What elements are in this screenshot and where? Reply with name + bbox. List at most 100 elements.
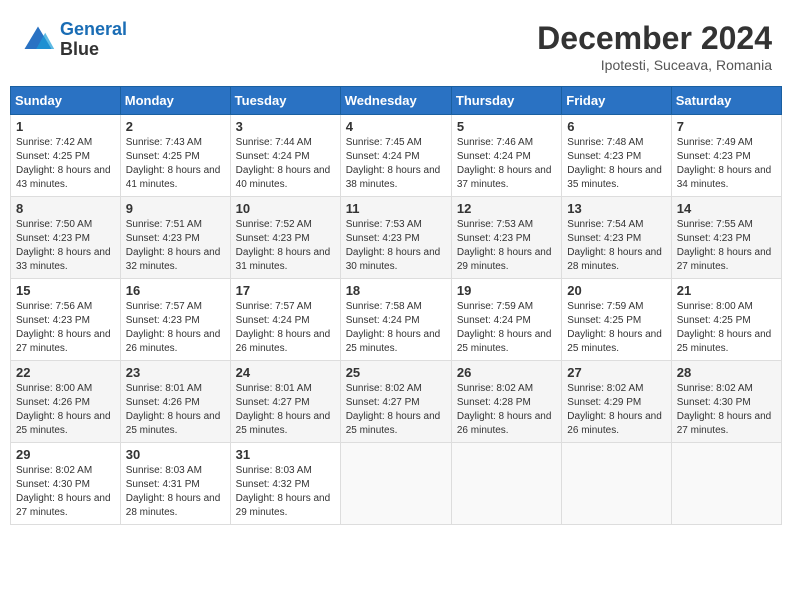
sunrise-label: Sunrise: 7:58 AM	[346, 301, 422, 312]
sunset-label: Sunset: 4:29 PM	[567, 397, 641, 408]
day-info: Sunrise: 7:54 AM Sunset: 4:23 PM Dayligh…	[567, 218, 665, 274]
day-info: Sunrise: 8:02 AM Sunset: 4:30 PM Dayligh…	[677, 382, 776, 438]
sunset-label: Sunset: 4:24 PM	[346, 315, 420, 326]
calendar-cell: 6 Sunrise: 7:48 AM Sunset: 4:23 PM Dayli…	[562, 115, 671, 197]
calendar-cell: 30 Sunrise: 8:03 AM Sunset: 4:31 PM Dayl…	[120, 443, 230, 525]
sunrise-label: Sunrise: 7:59 AM	[567, 301, 643, 312]
sunrise-label: Sunrise: 7:57 AM	[236, 301, 312, 312]
sunset-label: Sunset: 4:23 PM	[16, 315, 90, 326]
sunset-label: Sunset: 4:24 PM	[236, 315, 310, 326]
calendar-cell: 28 Sunrise: 8:02 AM Sunset: 4:30 PM Dayl…	[671, 361, 781, 443]
day-info: Sunrise: 7:50 AM Sunset: 4:23 PM Dayligh…	[16, 218, 115, 274]
logo: General Blue	[20, 20, 127, 60]
day-info: Sunrise: 8:03 AM Sunset: 4:31 PM Dayligh…	[126, 464, 225, 520]
header: General Blue December 2024 Ipotesti, Suc…	[10, 10, 782, 78]
calendar-cell: 3 Sunrise: 7:44 AM Sunset: 4:24 PM Dayli…	[230, 115, 340, 197]
day-info: Sunrise: 7:43 AM Sunset: 4:25 PM Dayligh…	[126, 136, 225, 192]
daylight-label: Daylight: 8 hours and 31 minutes.	[236, 247, 331, 272]
calendar-cell: 24 Sunrise: 8:01 AM Sunset: 4:27 PM Dayl…	[230, 361, 340, 443]
day-number: 1	[16, 119, 115, 134]
sunrise-label: Sunrise: 7:55 AM	[677, 219, 753, 230]
day-number: 11	[346, 201, 446, 216]
day-number: 25	[346, 365, 446, 380]
sunrise-label: Sunrise: 8:02 AM	[567, 383, 643, 394]
day-info: Sunrise: 7:51 AM Sunset: 4:23 PM Dayligh…	[126, 218, 225, 274]
day-number: 13	[567, 201, 665, 216]
weekday-header-cell: Wednesday	[340, 87, 451, 115]
calendar-week-row: 22 Sunrise: 8:00 AM Sunset: 4:26 PM Dayl…	[11, 361, 782, 443]
day-info: Sunrise: 7:44 AM Sunset: 4:24 PM Dayligh…	[236, 136, 335, 192]
day-number: 26	[457, 365, 556, 380]
daylight-label: Daylight: 8 hours and 30 minutes.	[346, 247, 441, 272]
sunrise-label: Sunrise: 7:50 AM	[16, 219, 92, 230]
day-number: 15	[16, 283, 115, 298]
day-number: 17	[236, 283, 335, 298]
calendar-cell: 10 Sunrise: 7:52 AM Sunset: 4:23 PM Dayl…	[230, 197, 340, 279]
sunrise-label: Sunrise: 7:56 AM	[16, 301, 92, 312]
weekday-header-cell: Thursday	[451, 87, 561, 115]
day-number: 8	[16, 201, 115, 216]
sunrise-label: Sunrise: 7:42 AM	[16, 137, 92, 148]
calendar-cell: 22 Sunrise: 8:00 AM Sunset: 4:26 PM Dayl…	[11, 361, 121, 443]
sunrise-label: Sunrise: 7:53 AM	[346, 219, 422, 230]
sunset-label: Sunset: 4:23 PM	[677, 233, 751, 244]
calendar-cell: 12 Sunrise: 7:53 AM Sunset: 4:23 PM Dayl…	[451, 197, 561, 279]
weekday-header-cell: Monday	[120, 87, 230, 115]
daylight-label: Daylight: 8 hours and 25 minutes.	[346, 329, 441, 354]
day-info: Sunrise: 7:59 AM Sunset: 4:25 PM Dayligh…	[567, 300, 665, 356]
sunrise-label: Sunrise: 8:00 AM	[16, 383, 92, 394]
day-info: Sunrise: 7:53 AM Sunset: 4:23 PM Dayligh…	[457, 218, 556, 274]
month-title: December 2024	[537, 20, 772, 57]
day-number: 29	[16, 447, 115, 462]
sunrise-label: Sunrise: 7:59 AM	[457, 301, 533, 312]
day-number: 19	[457, 283, 556, 298]
day-number: 7	[677, 119, 776, 134]
sunrise-label: Sunrise: 7:57 AM	[126, 301, 202, 312]
daylight-label: Daylight: 8 hours and 29 minutes.	[457, 247, 552, 272]
calendar-week-row: 15 Sunrise: 7:56 AM Sunset: 4:23 PM Dayl…	[11, 279, 782, 361]
calendar-cell: 19 Sunrise: 7:59 AM Sunset: 4:24 PM Dayl…	[451, 279, 561, 361]
weekday-header-row: SundayMondayTuesdayWednesdayThursdayFrid…	[11, 87, 782, 115]
sunrise-label: Sunrise: 7:43 AM	[126, 137, 202, 148]
daylight-label: Daylight: 8 hours and 26 minutes.	[457, 411, 552, 436]
sunset-label: Sunset: 4:27 PM	[236, 397, 310, 408]
day-number: 31	[236, 447, 335, 462]
sunrise-label: Sunrise: 8:02 AM	[346, 383, 422, 394]
day-info: Sunrise: 7:56 AM Sunset: 4:23 PM Dayligh…	[16, 300, 115, 356]
day-info: Sunrise: 7:57 AM Sunset: 4:24 PM Dayligh…	[236, 300, 335, 356]
sunset-label: Sunset: 4:23 PM	[457, 233, 531, 244]
sunset-label: Sunset: 4:27 PM	[346, 397, 420, 408]
day-info: Sunrise: 7:53 AM Sunset: 4:23 PM Dayligh…	[346, 218, 446, 274]
calendar-cell	[340, 443, 451, 525]
sunrise-label: Sunrise: 7:44 AM	[236, 137, 312, 148]
calendar-cell: 21 Sunrise: 8:00 AM Sunset: 4:25 PM Dayl…	[671, 279, 781, 361]
sunset-label: Sunset: 4:26 PM	[16, 397, 90, 408]
weekday-header-cell: Saturday	[671, 87, 781, 115]
sunrise-label: Sunrise: 7:53 AM	[457, 219, 533, 230]
daylight-label: Daylight: 8 hours and 29 minutes.	[236, 493, 331, 518]
sunrise-label: Sunrise: 8:01 AM	[126, 383, 202, 394]
daylight-label: Daylight: 8 hours and 41 minutes.	[126, 165, 221, 190]
daylight-label: Daylight: 8 hours and 34 minutes.	[677, 165, 772, 190]
sunset-label: Sunset: 4:25 PM	[126, 151, 200, 162]
calendar-week-row: 29 Sunrise: 8:02 AM Sunset: 4:30 PM Dayl…	[11, 443, 782, 525]
logo-icon	[20, 22, 56, 58]
location-title: Ipotesti, Suceava, Romania	[537, 57, 772, 73]
daylight-label: Daylight: 8 hours and 26 minutes.	[126, 329, 221, 354]
day-number: 20	[567, 283, 665, 298]
day-number: 9	[126, 201, 225, 216]
day-number: 30	[126, 447, 225, 462]
daylight-label: Daylight: 8 hours and 27 minutes.	[16, 329, 111, 354]
day-info: Sunrise: 8:00 AM Sunset: 4:26 PM Dayligh…	[16, 382, 115, 438]
daylight-label: Daylight: 8 hours and 28 minutes.	[126, 493, 221, 518]
calendar-cell: 14 Sunrise: 7:55 AM Sunset: 4:23 PM Dayl…	[671, 197, 781, 279]
calendar-cell: 25 Sunrise: 8:02 AM Sunset: 4:27 PM Dayl…	[340, 361, 451, 443]
calendar-cell: 5 Sunrise: 7:46 AM Sunset: 4:24 PM Dayli…	[451, 115, 561, 197]
day-info: Sunrise: 7:42 AM Sunset: 4:25 PM Dayligh…	[16, 136, 115, 192]
sunrise-label: Sunrise: 7:54 AM	[567, 219, 643, 230]
day-info: Sunrise: 8:01 AM Sunset: 4:26 PM Dayligh…	[126, 382, 225, 438]
daylight-label: Daylight: 8 hours and 35 minutes.	[567, 165, 662, 190]
logo-text: General Blue	[60, 20, 127, 60]
day-info: Sunrise: 8:01 AM Sunset: 4:27 PM Dayligh…	[236, 382, 335, 438]
calendar-cell	[451, 443, 561, 525]
